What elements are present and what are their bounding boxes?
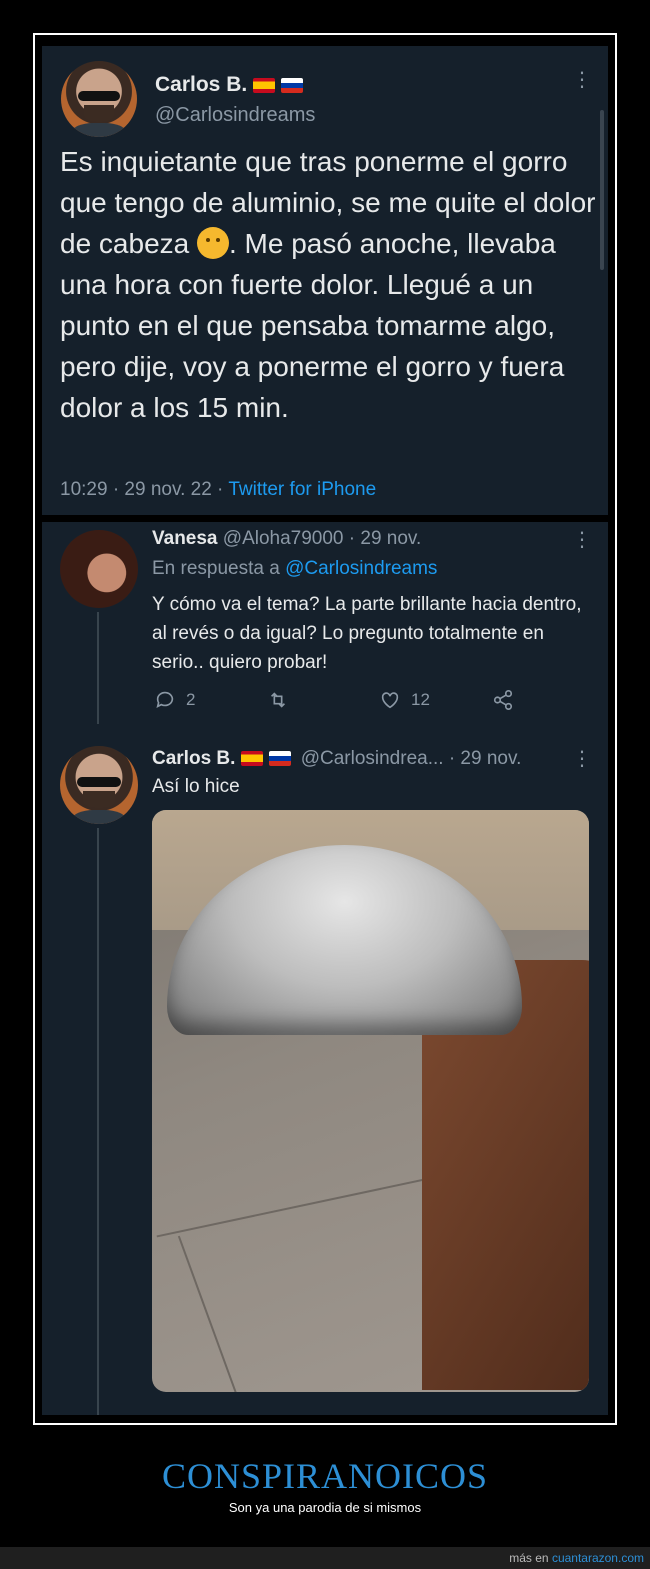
more-options-icon[interactable]: ⋮ (572, 749, 592, 769)
spain-flag-icon (241, 751, 264, 767)
reply-handle-date: @Aloha79000 · 29 nov. (222, 528, 422, 549)
site-link[interactable]: cuantarazon.com (552, 1551, 644, 1565)
tweet-source-link[interactable]: Twitter for iPhone (228, 479, 376, 500)
tweet-text: Es inquietante que tras ponerme el gorro… (60, 141, 600, 428)
thread-line (97, 828, 99, 1415)
in-reply-to: En respuesta a @Carlosindreams (152, 558, 437, 580)
reply-button[interactable]: 2 (154, 689, 195, 711)
russia-flag-icon (269, 751, 292, 767)
retweet-button[interactable] (267, 689, 299, 711)
scrollbar[interactable] (600, 110, 604, 270)
thread-line (97, 612, 99, 724)
in-reply-to-link[interactable]: @Carlosindreams (285, 558, 437, 579)
like-button[interactable]: 12 (379, 689, 430, 711)
reply-text: Y cómo va el tema? La parte brillante ha… (152, 594, 582, 673)
russia-flag-icon (281, 77, 304, 93)
meme-title: CONSPIRANOICOS (161, 1456, 489, 1496)
reply-count: 2 (186, 690, 196, 709)
like-count: 12 (411, 690, 430, 709)
thinking-face-icon (197, 227, 229, 259)
reply-text: Así lo hice (152, 776, 240, 797)
share-icon (493, 690, 513, 710)
avatar[interactable] (60, 746, 138, 824)
bottom-bar: más en cuantarazon.com (0, 1547, 650, 1569)
avatar[interactable] (60, 530, 138, 608)
comment-icon (156, 691, 174, 708)
retweet-icon (270, 692, 286, 708)
avatar[interactable] (61, 61, 137, 137)
photo-floor-tile (177, 1235, 249, 1392)
more-options-icon[interactable]: ⋮ (572, 530, 592, 550)
spain-flag-icon (253, 77, 276, 93)
reply-author[interactable]: Vanesa @Aloha79000 · 29 nov. (152, 528, 421, 550)
tweet-meta: 10:29 · 29 nov. 22 · Twitter for iPhone (60, 479, 376, 501)
in-reply-to-label: En respuesta a (152, 558, 286, 579)
reply-author[interactable]: Carlos B. @Carlosindrea... · 29 nov. (152, 748, 521, 770)
reply-author-name: Vanesa (152, 528, 218, 549)
author-name[interactable]: Carlos B. (155, 73, 304, 97)
reply-handle-date: @Carlosindrea... · 29 nov. (300, 748, 522, 769)
heart-icon (381, 692, 399, 709)
more-options-icon[interactable]: ⋮ (572, 70, 592, 90)
site-credit: más en cuantarazon.com (509, 1551, 644, 1565)
tinfoil-hat-photo[interactable] (152, 810, 589, 1392)
meme-subtitle: Son ya una parodia de si mismos (228, 1500, 422, 1515)
reply-actions: 2 12 (152, 689, 532, 713)
author-handle[interactable]: @Carlosindreams (155, 104, 315, 127)
tweet-timestamp: 10:29 · 29 nov. 22 · (60, 479, 229, 500)
author-name-text: Carlos B. (155, 73, 248, 96)
credit-prefix: más en (509, 1551, 552, 1565)
share-button[interactable] (492, 689, 524, 711)
reply-author-name: Carlos B. (152, 748, 236, 769)
